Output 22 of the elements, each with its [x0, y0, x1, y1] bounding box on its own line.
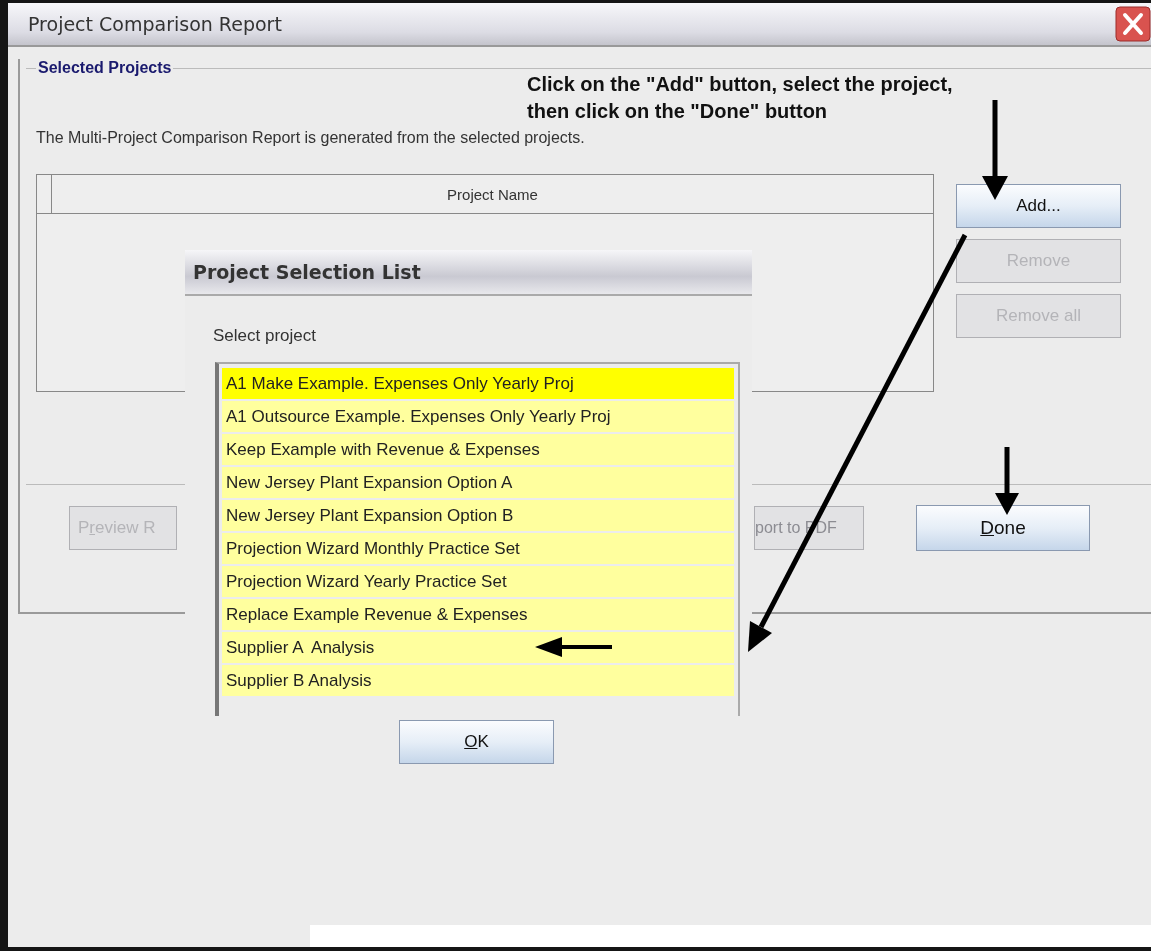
list-item[interactable]: New Jersey Plant Expansion Option B [222, 500, 734, 531]
list-item[interactable]: Keep Example with Revenue & Expenses [222, 434, 734, 465]
instruction-text: Click on the "Add" button, select the project, then click on the "Done" button [527, 72, 954, 124]
group-title: Selected Projects [37, 59, 173, 77]
done-button[interactable]: Done [916, 505, 1090, 551]
list-item[interactable]: Supplier A Analysis [222, 632, 734, 663]
side-button[interactable]: Add... [956, 184, 1121, 228]
list-item[interactable]: A1 Make Example. Expenses Only Yearly Proj [222, 368, 734, 399]
description-text: The Multi-Project Comparison Report is generated from the selected projects. [36, 129, 586, 147]
dialog-title: Project Selection List [193, 261, 421, 283]
list-item[interactable]: Projection Wizard Monthly Practice Set [222, 533, 734, 564]
list-item[interactable]: Replace Example Revenue & Expenses [222, 599, 734, 630]
column-header[interactable]: Project Name [52, 175, 933, 213]
list-item[interactable]: A1 Outsource Example. Expenses Only Yearly Proj [222, 401, 734, 432]
list-item[interactable]: New Jersey Plant Expansion Option A [222, 467, 734, 498]
close-icon[interactable] [1115, 6, 1151, 42]
window-title: Project Comparison Report [28, 13, 282, 35]
down-arrow [995, 447, 1019, 515]
list-item[interactable]: Supplier B Analysis [222, 665, 734, 696]
list-item[interactable]: Projection Wizard Yearly Practice Set [222, 566, 734, 597]
prompt-label: Select project [213, 326, 317, 346]
ok-button[interactable]: OK [399, 720, 554, 764]
